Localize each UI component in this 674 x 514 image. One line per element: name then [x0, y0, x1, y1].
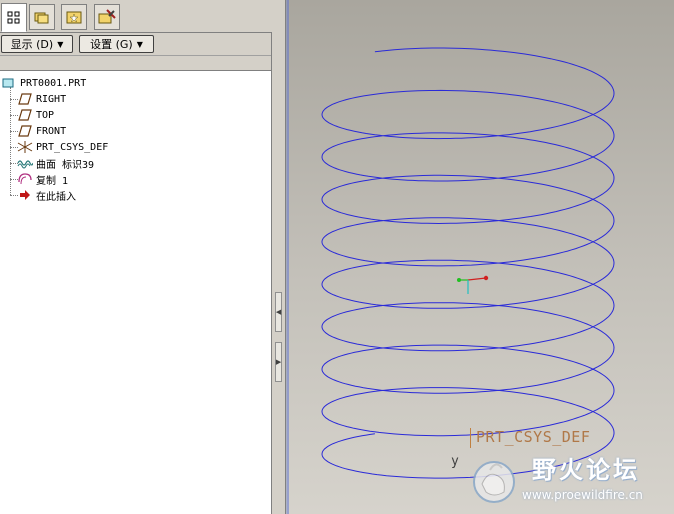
tree-item-insert-here[interactable]: 在此插入 — [17, 187, 76, 203]
graphics-viewport[interactable]: PRT_CSYS_DEF y — [286, 0, 674, 514]
part-icon — [1, 76, 17, 90]
model-tree-icon — [7, 11, 20, 23]
chevron-down-icon: ▼ — [136, 39, 143, 49]
axis-y-label: y — [451, 454, 459, 469]
tree-root-part[interactable]: PRT0001.PRT — [1, 75, 86, 91]
tree-item[interactable]: 曲面 标识39 — [17, 155, 94, 171]
model-tree-tab[interactable] — [1, 3, 27, 32]
settings-dropdown-button[interactable]: 设置 (G) ▼ — [79, 35, 154, 53]
favorites-icon — [66, 11, 82, 24]
tree-root-label: PRT0001.PRT — [20, 77, 87, 89]
surface-icon — [17, 156, 33, 170]
tree-item-label: FRONT — [36, 125, 67, 137]
csys-icon — [17, 140, 33, 154]
tree-item[interactable]: FRONT — [17, 123, 66, 139]
insert-here-arrow-icon — [17, 188, 33, 202]
tree-column-header[interactable] — [0, 56, 271, 71]
tree-toolbar: 显示 (D) ▼ 设置 (G) ▼ — [0, 33, 271, 56]
tree-item-label: PRT_CSYS_DEF — [36, 141, 109, 153]
tree-item-label: RIGHT — [36, 93, 67, 105]
show-dropdown-button[interactable]: 显示 (D) ▼ — [1, 35, 73, 53]
csys-label-marker — [470, 428, 471, 448]
watermark-title: 野火论坛 — [532, 456, 640, 484]
chevron-left-icon: ◀ — [275, 308, 282, 316]
helix-path — [321, 47, 615, 479]
tree-item[interactable]: RIGHT — [17, 91, 66, 107]
folder-icon — [34, 12, 49, 24]
watermark-url: www.proewildfire.cn — [522, 488, 643, 502]
connections-icon — [98, 9, 116, 24]
expand-right-button[interactable]: ▶ — [275, 342, 282, 382]
panel-splitter[interactable]: ◀ ▶ — [272, 0, 286, 514]
datum-plane-icon — [17, 92, 33, 106]
tree-item-label: 在此插入 — [36, 191, 76, 203]
datum-plane-icon — [17, 108, 33, 122]
copy-icon — [17, 172, 33, 186]
model-tree-panel: 显示 (D) ▼ 设置 (G) ▼ PRT0001.PRT RIGHT TOP … — [0, 0, 272, 514]
navigator-tabs — [0, 0, 272, 33]
folder-browser-tab[interactable] — [29, 4, 55, 30]
tree-item[interactable]: TOP — [17, 107, 54, 123]
chevron-right-icon: ▶ — [275, 358, 282, 366]
csys-label: PRT_CSYS_DEF — [476, 428, 591, 446]
favorites-tab[interactable] — [61, 4, 87, 30]
watermark-logo: 野火论坛 www.proewildfire.cn — [462, 448, 674, 514]
flame-logo-icon — [473, 461, 515, 503]
connections-tab[interactable] — [94, 4, 120, 30]
tree-item[interactable]: PRT_CSYS_DEF — [17, 139, 108, 155]
tree-item-label: TOP — [36, 109, 55, 121]
collapse-left-button[interactable]: ◀ — [275, 292, 282, 332]
tree-item-label: 复制 1 — [36, 175, 69, 187]
csys-triad — [457, 275, 489, 294]
settings-button-label: 设置 (G) — [90, 38, 133, 51]
show-button-label: 显示 (D) — [10, 38, 54, 51]
datum-plane-icon — [17, 124, 33, 138]
tree-item[interactable]: 复制 1 — [17, 171, 68, 187]
chevron-down-icon: ▼ — [57, 39, 64, 49]
tree-item-label: 曲面 标识39 — [36, 159, 95, 171]
